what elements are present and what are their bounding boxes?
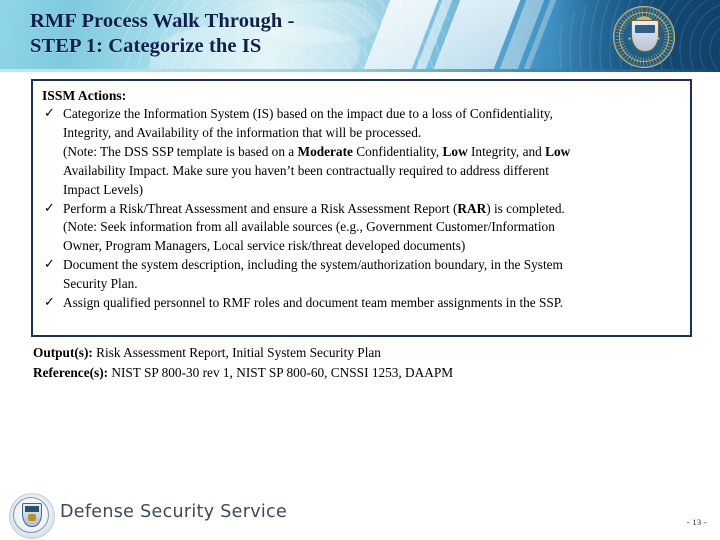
outputs-references: Output(s): Risk Assessment Report, Initi… (33, 343, 693, 382)
defense-security-service-seal-icon (613, 6, 675, 68)
output-value: Risk Assessment Report, Initial System S… (92, 345, 381, 360)
issm-action-line: Perform a Risk/Threat Assessment and ens… (63, 200, 682, 219)
issm-action-line: (Note: Seek information from all availab… (63, 218, 682, 237)
issm-actions-heading: ISSM Actions: (42, 88, 127, 103)
issm-action-item: ✓ Categorize the Information System (IS) … (41, 105, 682, 200)
issm-action-item: ✓ Perform a Risk/Threat Assessment and en… (41, 200, 682, 257)
light-streak-4 (474, 0, 560, 72)
output-line: Output(s): Risk Assessment Report, Initi… (33, 343, 693, 363)
body-text: (Note: The DSS SSP template is based on … (63, 143, 298, 159)
reference-value: NIST SP 800-30 rev 1, NIST SP 800-60, CN… (108, 364, 454, 380)
issm-action-line: Assign qualified personnel to RMF roles … (63, 294, 682, 313)
check-icon: ✓ (44, 257, 55, 273)
footer-brand: Defense Security Service (60, 502, 288, 522)
body-text: Confidentiality, (352, 143, 443, 159)
emphasis-text: Moderate (297, 143, 353, 159)
page-title: RMF Process Walk Through - STEP 1: Categ… (30, 10, 295, 57)
issm-actions-list: ✓ Categorize the Information System (IS) … (41, 105, 682, 313)
issm-action-line: Document the system description, includi… (63, 256, 682, 275)
issm-action-line: Availability Impact. Make sure you haven… (63, 162, 682, 181)
body-text: Availability Impact. Make sure you haven… (63, 162, 549, 178)
issm-action-line: Impact Levels) (63, 181, 682, 200)
body-text: Assign qualified personnel to RMF roles … (63, 295, 564, 311)
issm-action-item: ✓ Document the system description, includ… (41, 256, 682, 294)
check-icon: ✓ (44, 295, 55, 311)
body-text: ) is completed. (486, 200, 565, 216)
banner-bottom-rule (0, 69, 720, 72)
body-text: Security Plan. (63, 276, 138, 292)
check-icon: ✓ (44, 200, 55, 216)
body-text: (Note: Seek information from all availab… (63, 219, 555, 235)
body-text: Integrity, and Availability of the infor… (63, 124, 422, 140)
issm-action-line: Categorize the Information System (IS) b… (63, 105, 682, 124)
page-number: - 13 - (686, 517, 707, 527)
emphasis-text: RAR (457, 200, 487, 216)
reference-line: Reference(s): NIST SP 800-30 rev 1, NIST… (33, 363, 693, 383)
header-banner: RMF Process Walk Through - STEP 1: Categ… (0, 0, 720, 72)
reference-label: Reference(s): (33, 364, 109, 380)
issm-actions-box: ISSM Actions: ✓ Categorize the Informatio… (31, 79, 692, 337)
body-text: Document the system description, includi… (63, 257, 563, 273)
emphasis-text: Low (442, 143, 468, 159)
body-text: Integrity, and (467, 143, 546, 159)
issm-action-line: (Note: The DSS SSP template is based on … (63, 143, 682, 162)
check-icon: ✓ (44, 106, 55, 121)
issm-action-line: Security Plan. (63, 275, 682, 294)
issm-action-line: Integrity, and Availability of the infor… (63, 124, 682, 143)
body-text: Owner, Program Managers, Local service r… (63, 238, 466, 254)
seal-shield-icon (631, 20, 659, 52)
dss-shield-logo-icon (9, 493, 55, 539)
body-text: Impact Levels) (63, 181, 144, 197)
issm-actions-content: ISSM Actions: ✓ Categorize the Informatio… (33, 81, 690, 313)
issm-action-line: Owner, Program Managers, Local service r… (63, 237, 682, 256)
emphasis-text: Low (545, 143, 571, 159)
body-text: Categorize the Information System (IS) b… (63, 106, 553, 121)
body-text: Perform a Risk/Threat Assessment and ens… (63, 200, 458, 216)
issm-action-item: ✓ Assign qualified personnel to RMF roles… (41, 294, 682, 313)
logo-shield (22, 503, 42, 527)
output-label: Output(s): (33, 345, 93, 360)
